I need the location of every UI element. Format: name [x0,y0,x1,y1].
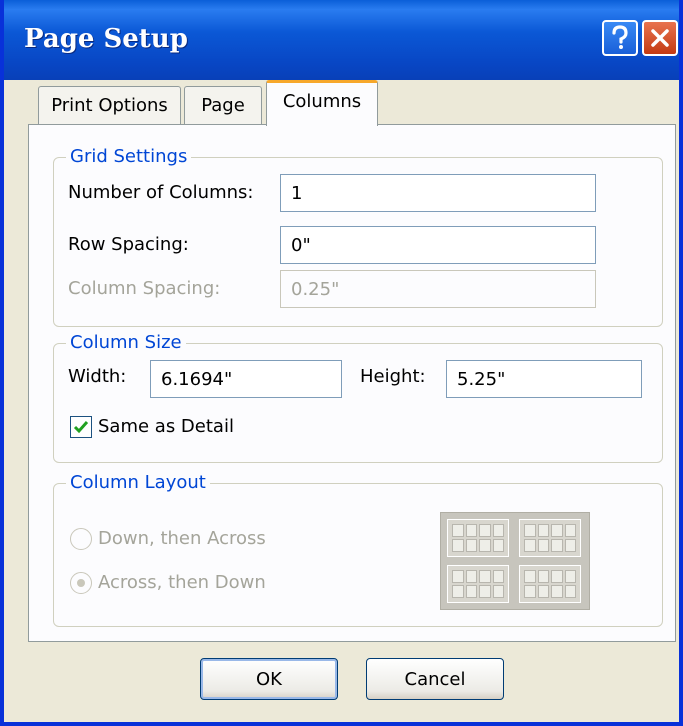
tab-print-options[interactable]: Print Options [38,86,181,124]
same-as-detail-checkbox[interactable] [70,416,92,438]
number-of-columns-input[interactable]: 1 [280,174,596,212]
checkmark-icon [73,421,89,434]
radio-across-then-down[interactable] [70,572,92,594]
columns-tab-panel: Grid Settings Number of Columns: 1 Row S… [28,124,676,642]
cancel-button[interactable]: Cancel [366,658,504,700]
row-spacing-label: Row Spacing: [68,234,189,255]
height-input[interactable]: 5.25" [446,360,642,398]
column-layout-preview-icon [440,512,590,610]
tab-columns[interactable]: Columns [266,80,378,126]
page-setup-dialog: Page Setup Print Options Page Columns Gr… [0,0,683,726]
column-spacing-input[interactable]: 0.25" [280,270,596,308]
window-title: Page Setup [24,24,188,54]
width-input[interactable]: 6.1694" [150,360,342,398]
radio-down-then-across-label[interactable]: Down, then Across [98,528,266,549]
column-spacing-label: Column Spacing: [68,278,221,299]
radio-across-then-down-label[interactable]: Across, then Down [98,572,266,593]
close-icon [651,29,669,47]
close-button[interactable] [642,20,678,56]
column-size-group: Column Size Width: 6.1694" Height: 5.25"… [53,332,663,463]
preview-cell-icon [519,519,581,557]
radio-down-then-across[interactable] [70,528,92,550]
preview-cell-icon [519,565,581,603]
radio-selected-dot [77,579,85,587]
height-label: Height: [360,366,426,387]
number-of-columns-label: Number of Columns: [68,182,254,203]
column-layout-legend: Column Layout [66,472,210,493]
row-spacing-input[interactable]: 0" [280,226,596,264]
width-label: Width: [68,366,127,387]
column-layout-group: Column Layout Down, then Across Across, … [53,472,663,627]
preview-cell-icon [447,519,509,557]
title-bar[interactable]: Page Setup [4,0,679,80]
help-button[interactable] [602,20,638,56]
preview-cell-icon [447,565,509,603]
help-icon [612,25,628,49]
grid-settings-group: Grid Settings Number of Columns: 1 Row S… [53,146,663,327]
tab-page[interactable]: Page [184,86,262,124]
ok-button[interactable]: OK [200,658,338,700]
same-as-detail-label[interactable]: Same as Detail [98,416,234,437]
grid-settings-legend: Grid Settings [66,146,192,167]
column-size-legend: Column Size [66,332,186,353]
